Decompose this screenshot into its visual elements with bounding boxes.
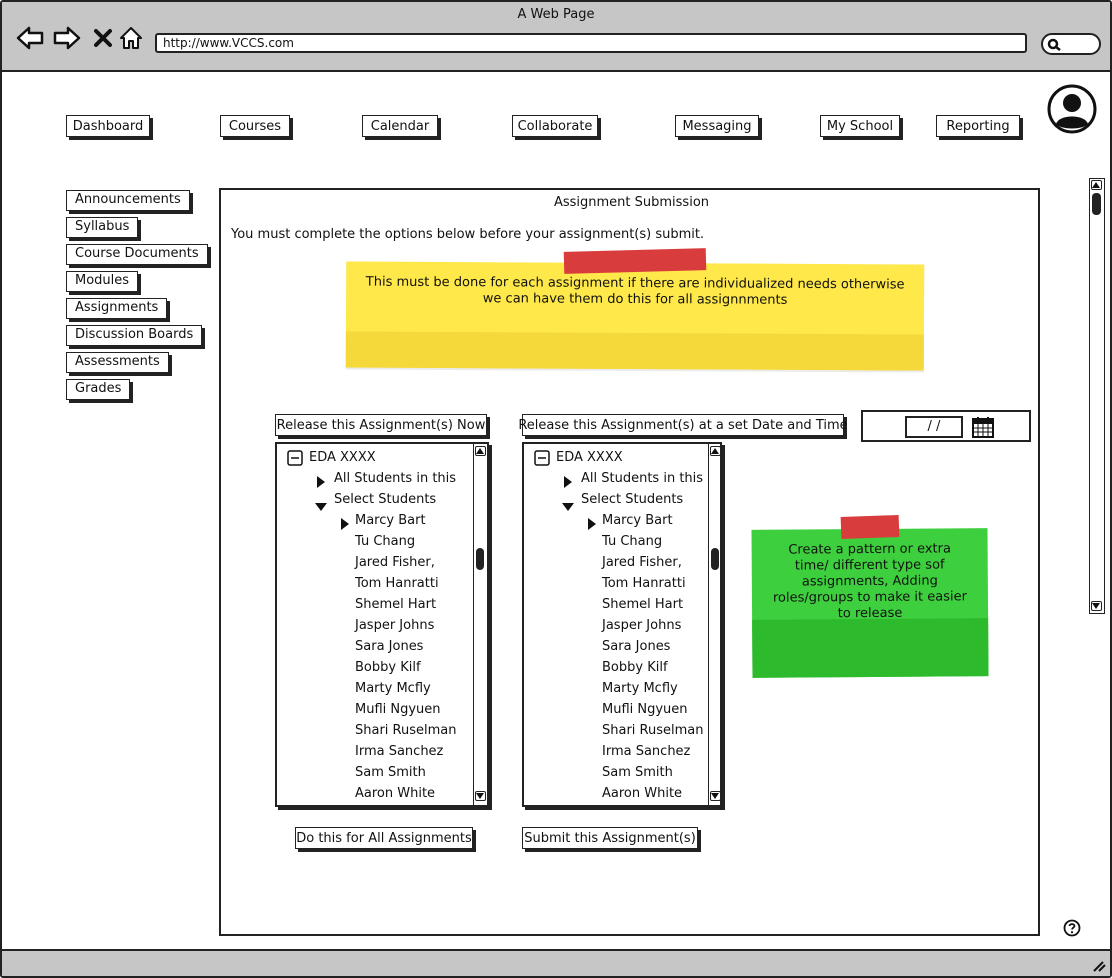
caret-right-icon[interactable] xyxy=(588,515,596,534)
student-item[interactable]: Shemel Hart xyxy=(355,594,436,615)
date-picker: / / xyxy=(861,410,1031,442)
student-item[interactable]: Mufli Ngyuen xyxy=(355,699,441,720)
student-item[interactable]: Irma Sanchez xyxy=(602,741,690,762)
student-item[interactable]: Tom Hanratti xyxy=(602,573,686,594)
resize-grip-icon[interactable] xyxy=(1090,957,1106,976)
student-item[interactable]: Aaron White xyxy=(355,783,435,804)
caret-down-icon[interactable] xyxy=(315,496,327,515)
scroll-up-icon[interactable] xyxy=(475,446,486,456)
scroll-up-icon[interactable] xyxy=(1091,180,1102,190)
student-tree-now[interactable]: EDA XXXX All Students in this Select Stu… xyxy=(275,442,489,807)
student-item[interactable]: Shemel Hart xyxy=(602,594,683,615)
scroll-down-icon[interactable] xyxy=(710,791,721,801)
student-item[interactable]: Jared Fisher, xyxy=(602,552,682,573)
tree-root[interactable]: EDA XXXX xyxy=(309,447,376,468)
window-title: A Web Page xyxy=(517,7,595,22)
student-tree-scheduled[interactable]: EDA XXXX All Students in this Select Stu… xyxy=(522,442,722,807)
tree-scrollbar[interactable] xyxy=(473,444,487,805)
release-now-button[interactable]: Release this Assignment(s) Now xyxy=(275,414,487,436)
nav-courses-button[interactable]: Courses xyxy=(220,115,290,137)
tree-node-select-students[interactable]: Select Students xyxy=(581,489,683,510)
tape-strip xyxy=(840,514,900,540)
sidebar-item-assessments[interactable]: Assessments xyxy=(66,352,169,373)
scroll-thumb[interactable] xyxy=(1092,193,1101,215)
nav-reporting-button[interactable]: Reporting xyxy=(936,115,1020,137)
avatar[interactable] xyxy=(1047,84,1097,138)
student-item[interactable]: Jasper Johns xyxy=(355,615,434,636)
tape-strip xyxy=(563,248,707,274)
nav-collaborate-button[interactable]: Collaborate xyxy=(512,115,598,137)
tree-node-select-students[interactable]: Select Students xyxy=(334,489,436,510)
sidebar-item-course-documents[interactable]: Course Documents xyxy=(66,244,208,265)
forward-arrow-icon[interactable] xyxy=(52,24,82,52)
intro-text: You must complete the options below befo… xyxy=(231,227,705,242)
calendar-icon[interactable] xyxy=(971,415,995,443)
student-item[interactable]: Bobby Kilf xyxy=(355,657,421,678)
student-item[interactable]: Shari Ruselman xyxy=(355,720,457,741)
scroll-thumb[interactable] xyxy=(711,548,719,570)
student-item[interactable]: Tu Chang xyxy=(355,531,415,552)
tree-scrollbar[interactable] xyxy=(708,444,722,805)
student-item[interactable]: Mufli Ngyuen xyxy=(602,699,688,720)
sidebar-item-discussion-boards[interactable]: Discussion Boards xyxy=(66,325,203,346)
help-icon[interactable] xyxy=(1063,919,1081,941)
submit-assignment-button[interactable]: Submit this Assignment(s) xyxy=(522,827,698,849)
sticky-note-yellow: This must be done for each assignment if… xyxy=(345,261,925,371)
student-item[interactable]: Marty Mcfly xyxy=(602,678,678,699)
student-item[interactable]: Aaron White xyxy=(602,783,682,804)
sidebar-item-announcements[interactable]: Announcements xyxy=(66,190,190,211)
home-icon[interactable] xyxy=(116,24,146,52)
sticky-note-text: This must be done for each assignment if… xyxy=(365,274,905,308)
student-item[interactable]: Shari Ruselman xyxy=(602,720,704,741)
sticky-note-text: Create a pattern or extra time/ differen… xyxy=(772,541,967,622)
tree-root[interactable]: EDA XXXX xyxy=(556,447,623,468)
collapse-icon[interactable] xyxy=(534,450,550,470)
url-field[interactable]: http://www.VCCS.com xyxy=(155,33,1027,53)
sidebar-item-modules[interactable]: Modules xyxy=(66,271,139,292)
sidebar-item-syllabus[interactable]: Syllabus xyxy=(66,217,139,238)
browser-titlebar: A Web Page http://www.VCCS.com xyxy=(2,2,1110,72)
sidebar-item-assignments[interactable]: Assignments xyxy=(66,298,168,319)
nav-dashboard-button[interactable]: Dashboard xyxy=(66,115,150,137)
scroll-up-icon[interactable] xyxy=(710,446,721,456)
caret-right-icon[interactable] xyxy=(341,515,349,534)
student-item[interactable]: Sam Smith xyxy=(602,762,673,783)
student-item[interactable]: Tu Chang xyxy=(602,531,662,552)
close-icon[interactable] xyxy=(88,24,118,52)
panel-title: Assignment Submission xyxy=(553,195,710,210)
search-input[interactable] xyxy=(1041,33,1101,55)
browser-statusbar xyxy=(2,949,1110,976)
tree-node-all-students[interactable]: All Students in this xyxy=(334,468,456,489)
scroll-down-icon[interactable] xyxy=(475,791,486,801)
student-item[interactable]: Sara Jones xyxy=(355,636,423,657)
student-item[interactable]: Jared Fisher, xyxy=(355,552,435,573)
caret-down-icon[interactable] xyxy=(562,496,574,515)
date-input[interactable]: / / xyxy=(905,416,963,438)
nav-my-school-button[interactable]: My School xyxy=(820,115,900,137)
search-icon xyxy=(1047,37,1063,56)
collapse-icon[interactable] xyxy=(287,450,303,470)
back-arrow-icon[interactable] xyxy=(15,24,45,52)
scroll-down-icon[interactable] xyxy=(1091,601,1102,611)
caret-right-icon[interactable] xyxy=(564,473,572,492)
nav-calendar-button[interactable]: Calendar xyxy=(362,115,438,137)
student-item[interactable]: Marty Mcfly xyxy=(355,678,431,699)
student-item[interactable]: Marcy Bart xyxy=(355,510,426,531)
student-item[interactable]: Sam Smith xyxy=(355,762,426,783)
scroll-thumb[interactable] xyxy=(476,548,484,570)
caret-right-icon[interactable] xyxy=(317,473,325,492)
student-item[interactable]: Bobby Kilf xyxy=(602,657,668,678)
student-item[interactable]: Jasper Johns xyxy=(602,615,681,636)
do-all-assignments-button[interactable]: Do this for All Assignments xyxy=(295,827,473,849)
page-scrollbar[interactable] xyxy=(1089,178,1105,614)
student-item[interactable]: Tom Hanratti xyxy=(355,573,439,594)
student-item[interactable]: Marcy Bart xyxy=(602,510,673,531)
sidebar-item-grades[interactable]: Grades xyxy=(66,379,131,400)
tree-node-all-students[interactable]: All Students in this xyxy=(581,468,703,489)
sticky-note-green: Create a pattern or extra time/ differen… xyxy=(751,528,989,678)
student-item[interactable]: Sara Jones xyxy=(602,636,670,657)
student-item[interactable]: Irma Sanchez xyxy=(355,741,443,762)
release-scheduled-button[interactable]: Release this Assignment(s) at a set Date… xyxy=(518,414,848,436)
nav-messaging-button[interactable]: Messaging xyxy=(675,115,759,137)
